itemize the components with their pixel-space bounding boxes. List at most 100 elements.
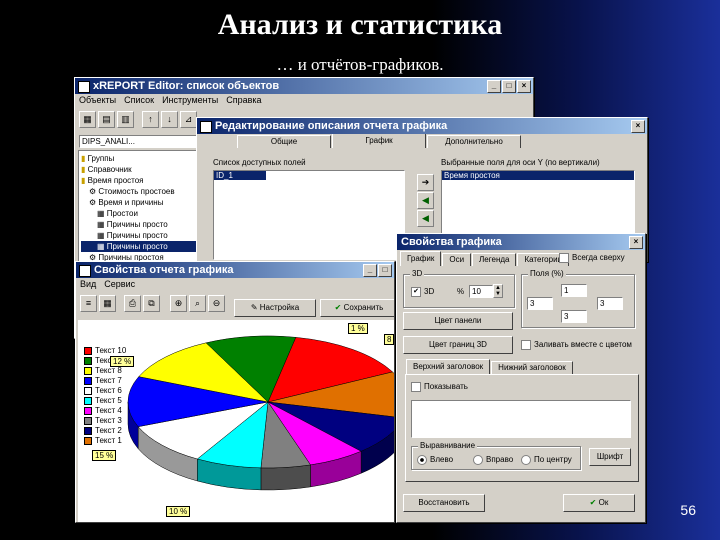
available-fields-list[interactable]: ID_1 <box>213 170 405 260</box>
tab-additional[interactable]: Дополнительно <box>427 135 521 148</box>
tree-item[interactable]: ▮ Группы <box>81 153 215 164</box>
menu-list[interactable]: Список <box>124 94 154 107</box>
filter-icon[interactable]: ⊿ <box>180 110 197 128</box>
check-icon: ✔ <box>589 498 599 507</box>
zoom-out-icon[interactable]: ⊖ <box>208 294 225 312</box>
tree-item[interactable]: ⚙ Стоимость простоев <box>81 186 215 197</box>
legend-item: Текст 2 <box>84 426 126 436</box>
menu-view[interactable]: Вид <box>80 278 96 291</box>
font-button[interactable]: Шрифт <box>589 448 631 466</box>
tab-legend[interactable]: Легенда <box>472 253 517 266</box>
edit-window-titlebar[interactable]: Редактирование описания отчета графика × <box>197 118 647 134</box>
restore-button[interactable]: Восстановить <box>403 494 485 512</box>
tree-item[interactable]: ⚙ Время и причины <box>81 197 215 208</box>
header-text-input[interactable] <box>411 400 631 438</box>
print-icon[interactable]: ⎙ <box>124 294 141 312</box>
minimize-button[interactable]: _ <box>363 264 377 277</box>
props-window: Свойства графика × График Оси Легенда Ка… <box>396 233 646 523</box>
margin-left-input[interactable]: 3 <box>527 297 553 310</box>
panel-color-button[interactable]: Цвет панели <box>403 312 513 330</box>
ok-button[interactable]: ✔ Ок <box>563 494 635 512</box>
tab-chart[interactable]: График <box>400 251 442 266</box>
arrow-down-icon[interactable]: ↓ <box>161 110 178 128</box>
tab-axes[interactable]: Оси <box>442 253 472 266</box>
radio[interactable] <box>521 455 531 465</box>
selected-fields-list[interactable]: Время простоя <box>441 170 635 238</box>
table-add-icon[interactable]: ▤ <box>98 110 115 128</box>
app-icon <box>200 121 212 133</box>
main-window-titlebar[interactable]: xREPORT Editor: список объектов _ □ × <box>75 78 533 94</box>
report-window-titlebar[interactable]: Свойства отчета графика _ □ <box>76 262 394 278</box>
checkbox[interactable] <box>559 253 569 263</box>
main-menubar: Объекты Список Инструменты Справка <box>75 94 533 107</box>
report-window: Свойства отчета графика _ □ Вид Сервис ≡… <box>75 261 395 523</box>
copy-icon[interactable]: ⧉ <box>143 294 160 312</box>
tree-item[interactable]: ▦ Причины просто <box>81 219 215 230</box>
zoom-icon[interactable]: ⌕ <box>189 294 206 312</box>
tree-item[interactable]: ▦ Причины просто <box>81 241 215 252</box>
list-item[interactable]: Время простоя <box>442 171 634 180</box>
minimize-button[interactable]: _ <box>487 80 501 93</box>
close-button[interactable]: × <box>517 80 531 93</box>
zoom-in-icon[interactable]: ⊕ <box>170 294 187 312</box>
maximize-button[interactable]: □ <box>378 264 392 277</box>
arrow-right-icon[interactable]: ➔ <box>417 174 434 191</box>
tab-chart[interactable]: График <box>332 133 426 148</box>
arrow-double-left-icon[interactable]: ◀ <box>417 210 434 227</box>
percent-input[interactable]: 10 <box>469 285 493 298</box>
menu-objects[interactable]: Объекты <box>79 94 116 107</box>
list-icon[interactable]: ≡ <box>80 294 97 312</box>
tree-item[interactable]: ▦ Причины просто <box>81 230 215 241</box>
align-right-radio[interactable]: Вправо <box>473 455 513 465</box>
arrow-left-icon[interactable]: ◀ <box>417 192 434 209</box>
list-item[interactable]: ID_1 <box>214 171 266 180</box>
menu-help[interactable]: Справка <box>226 94 261 107</box>
save-button[interactable]: ✔ Сохранить <box>320 299 394 317</box>
menu-service[interactable]: Сервис <box>104 278 135 291</box>
tab-bottom-header[interactable]: Нижний заголовок <box>491 361 573 374</box>
edit-window-title: Редактирование описания отчета графика <box>215 120 448 132</box>
props-window-titlebar[interactable]: Свойства графика × <box>397 234 645 250</box>
check-icon: ✔ <box>334 303 344 312</box>
border-color-button[interactable]: Цвет границ 3D <box>403 336 513 354</box>
main-window-title: xREPORT Editor: список объектов <box>93 80 280 92</box>
margin-right-input[interactable]: 3 <box>597 297 623 310</box>
close-button[interactable]: × <box>631 120 645 133</box>
margin-top-input[interactable]: 1 <box>561 284 587 297</box>
tree-item[interactable]: ▦ Простои <box>81 208 215 219</box>
tab-general[interactable]: Общие <box>237 135 331 148</box>
checkbox-checked[interactable]: ✔ <box>411 287 421 297</box>
radio-selected[interactable] <box>417 455 427 465</box>
close-button[interactable]: × <box>629 236 643 249</box>
always-on-top-checkbox[interactable]: Всегда сверху <box>559 253 625 263</box>
percent-label: % <box>457 287 465 296</box>
maximize-button[interactable]: □ <box>502 80 516 93</box>
menu-tools[interactable]: Инструменты <box>162 94 218 107</box>
margin-bottom-input[interactable]: 3 <box>561 310 587 323</box>
pie-data-label: 1 % <box>348 323 368 334</box>
tree-item[interactable]: ▮ Время простоя <box>81 175 215 186</box>
checkbox[interactable] <box>521 340 531 350</box>
fill-with-color-checkbox[interactable]: Заливать вместе с цветом <box>521 340 632 350</box>
show-checkbox[interactable]: Показывать <box>411 382 468 392</box>
pie-data-label: 15 % <box>92 450 117 461</box>
tree-item[interactable]: ▮ Справочник <box>81 164 215 175</box>
table-icon[interactable]: ▦ <box>79 110 96 128</box>
radio[interactable] <box>473 455 483 465</box>
checkbox[interactable] <box>411 382 421 392</box>
grid-icon[interactable]: ▦ <box>99 294 116 312</box>
settings-icon: ✎ <box>250 303 260 312</box>
pie-data-label: 10 % <box>166 506 191 517</box>
align-center-radio[interactable]: По центру <box>521 455 572 465</box>
grid-icon[interactable]: ▥ <box>117 110 134 128</box>
props-window-title: Свойства графика <box>401 236 502 248</box>
arrow-up-icon[interactable]: ↑ <box>142 110 159 128</box>
spin-icon[interactable]: ▲ ▼ <box>493 284 503 298</box>
tab-top-header[interactable]: Верхний заголовок <box>406 359 491 374</box>
legend-item: Текст 10 <box>84 346 126 356</box>
align-left-radio[interactable]: Влево <box>417 455 453 465</box>
pie-slice-side <box>260 464 311 491</box>
object-combo[interactable]: DIPS_ANALI... <box>79 135 203 148</box>
settings-button[interactable]: ✎ Настройка <box>234 299 316 317</box>
chk-3d[interactable]: ✔ 3D <box>411 287 434 297</box>
